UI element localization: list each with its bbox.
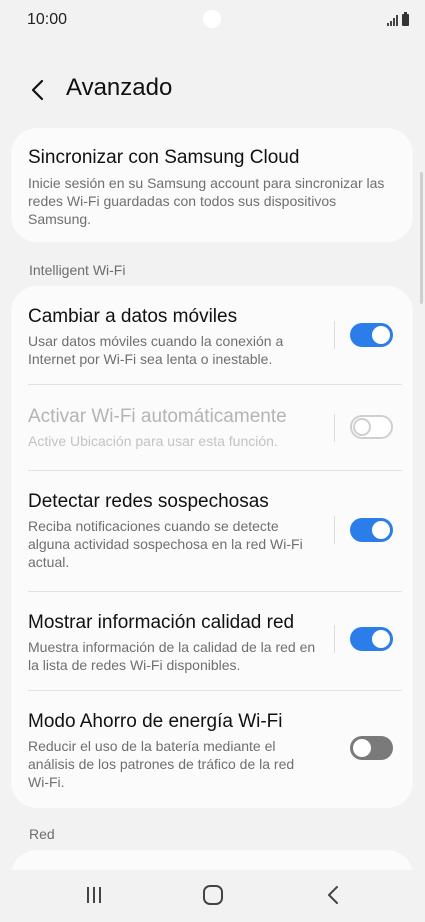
divider	[334, 625, 335, 653]
camera-cutout	[203, 10, 221, 28]
page-title: Avanzado	[66, 74, 173, 101]
auto-wifi-toggle[interactable]	[350, 415, 393, 439]
battery-icon	[402, 12, 409, 26]
setting-description: Reducir el uso de la batería mediante el…	[28, 738, 295, 790]
divider	[334, 516, 335, 544]
status-icons	[387, 12, 409, 26]
setting-row-auto-wifi[interactable]: Activar Wi-Fi automáticamente Active Ubi…	[11, 385, 413, 470]
setting-description: Reciba notificaciones cuando se detecte …	[28, 518, 303, 570]
cloud-sync-card[interactable]: Sincronizar con Samsung Cloud Inicie ses…	[11, 128, 413, 242]
cloud-sync-description: Inicie sesión en su Samsung account para…	[28, 175, 385, 227]
recent-apps-icon[interactable]	[74, 880, 114, 910]
scrollbar[interactable]	[420, 172, 423, 304]
toggle-knob	[351, 737, 373, 759]
setting-title: Detectar redes sospechosas	[28, 491, 269, 512]
status-bar: 10:00	[0, 0, 425, 40]
cloud-sync-title: Sincronizar con Samsung Cloud	[28, 147, 300, 168]
setting-title: Modo Ahorro de energía Wi-Fi	[28, 711, 283, 732]
setting-row-mobile-data[interactable]: Cambiar a datos móviles Usar datos móvil…	[11, 286, 413, 384]
mobile-data-toggle[interactable]	[350, 323, 393, 347]
setting-title: Cambiar a datos móviles	[28, 306, 238, 327]
suspicious-networks-toggle[interactable]	[350, 518, 393, 542]
setting-title: Mostrar información calidad red	[28, 612, 295, 633]
divider	[334, 414, 335, 442]
power-saving-toggle[interactable]	[350, 736, 393, 760]
header: Avanzado	[0, 70, 425, 110]
signal-icon	[387, 14, 398, 26]
setting-title: Activar Wi-Fi automáticamente	[28, 406, 287, 427]
setting-description: Usar datos móviles cuando la conexión a …	[28, 333, 284, 367]
setting-row-network-quality[interactable]: Mostrar información calidad red Muestra …	[11, 592, 413, 690]
navigation-bar	[0, 870, 425, 922]
network-quality-toggle[interactable]	[350, 627, 393, 651]
toggle-knob	[370, 519, 392, 541]
intelligent-wifi-card: Cambiar a datos móviles Usar datos móvil…	[11, 286, 413, 808]
setting-description: Muestra información de la calidad de la …	[28, 639, 316, 673]
section-label-red: Red	[29, 826, 55, 842]
toggle-knob	[370, 628, 392, 650]
toggle-knob	[370, 324, 392, 346]
setting-description: Active Ubicación para usar esta función.	[28, 433, 278, 449]
status-time: 10:00	[27, 11, 68, 28]
setting-row-suspicious-networks[interactable]: Detectar redes sospechosas Reciba notifi…	[11, 471, 413, 591]
setting-row-power-saving[interactable]: Modo Ahorro de energía Wi-Fi Reducir el …	[11, 691, 413, 808]
chevron-left-icon[interactable]	[24, 76, 52, 104]
nav-back-icon[interactable]	[313, 880, 353, 910]
home-icon[interactable]	[193, 880, 233, 910]
toggle-knob	[353, 418, 371, 436]
divider	[334, 321, 335, 349]
section-label-intelligent-wifi: Intelligent Wi-Fi	[29, 262, 126, 278]
